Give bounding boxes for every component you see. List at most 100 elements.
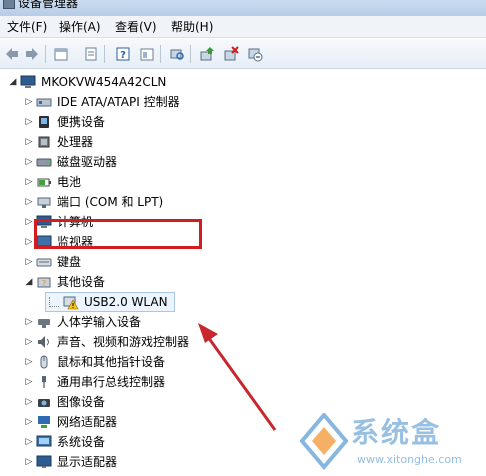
expand-triangle-icon[interactable]: ▷ [24,317,34,327]
menu-bar: 文件(F) 操作(A) 查看(V) 帮助(H) [0,16,486,38]
expand-triangle-icon[interactable]: ▷ [24,117,34,127]
watermark-logo-icon [300,413,348,471]
tree-item[interactable]: ▷ 磁盘驱动器 [24,152,117,172]
tree-item[interactable]: ▷ 鼠标和其他指针设备 [24,352,165,372]
camera-icon [36,394,52,410]
update-driver-icon[interactable] [198,45,216,63]
forward-arrow-icon[interactable] [23,45,41,63]
disk-drive-icon [36,154,52,170]
expand-triangle-icon[interactable]: ▷ [24,377,34,387]
tree-item-label: 图像设备 [57,395,106,409]
computer-icon [20,74,36,90]
network-adapter-icon [36,414,52,430]
expand-triangle-icon[interactable]: ▷ [24,97,34,107]
ide-controller-icon [36,94,52,110]
tree-item[interactable]: ▷ 处理器 [24,132,93,152]
tree-item[interactable]: ▷ 系统设备 [24,432,105,452]
menu-action[interactable]: 操作(A) [57,19,103,35]
processor-icon [36,134,52,150]
expand-triangle-icon[interactable]: ▷ [24,197,34,207]
display-adapter-icon [36,454,52,470]
tree-item[interactable]: ▷ 键盘 [24,252,81,272]
tree-item-label: 便携设备 [57,115,106,129]
tree-item[interactable]: ▷ 声音、视频和游戏控制器 [24,332,189,352]
watermark: 系统盒 www.xitonghe.com [300,405,486,476]
properties-icon[interactable] [52,45,70,63]
highlight-box [34,219,202,249]
expand-triangle-icon[interactable]: ▷ [24,397,34,407]
app-icon [3,0,15,9]
port-icon [36,194,52,210]
expand-triangle-icon[interactable]: ▷ [24,357,34,367]
toolbar-separator [104,45,105,63]
disable-device-icon[interactable] [246,45,264,63]
expand-triangle-icon[interactable]: ▷ [24,217,34,227]
unknown-device-warning-icon [63,294,79,310]
tree-root[interactable]: ◢ MKOKVW454A42CLN [8,72,167,92]
title-bar: 设备管理器 [0,0,486,16]
device-list-icon[interactable] [82,45,100,63]
svg-text:?: ? [120,50,126,61]
toolbar-separator [45,45,46,63]
tree-item[interactable]: ▷ IDE ATA/ATAPI 控制器 [24,92,180,112]
help-icon[interactable]: ? [114,45,132,63]
expand-triangle-icon[interactable]: ▷ [24,337,34,347]
back-arrow-icon[interactable] [3,45,21,63]
tree-item[interactable]: ▷ 便携设备 [24,112,105,132]
expand-triangle-icon[interactable]: ▷ [24,257,34,267]
tree-item-label: 声音、视频和游戏控制器 [57,335,190,349]
expand-triangle-icon[interactable]: ▷ [24,417,34,427]
toolbar-separator [160,45,161,63]
expand-triangle-icon[interactable]: ▷ [24,157,34,167]
tree-item-label: 端口 (COM 和 LPT) [57,195,164,209]
watermark-brand: 系统盒 [351,416,442,449]
tree-item-label: 网络适配器 [57,415,118,429]
mouse-icon [36,354,52,370]
tree-item-label: 其他设备 [57,275,106,289]
tree-item-label: 通用串行总线控制器 [57,375,166,389]
collapse-triangle-icon[interactable]: ◢ [8,77,18,87]
tree-item-label: IDE ATA/ATAPI 控制器 [57,95,180,109]
keyboard-icon [36,254,52,270]
tree-item[interactable]: ◢? 其他设备 [24,272,105,292]
tree-guide-line [49,297,59,307]
tree-item-label: 电池 [57,175,82,189]
tree-item-label: 处理器 [57,135,94,149]
hid-icon [36,314,52,330]
menu-file[interactable]: 文件(F) [5,19,49,35]
tree-item-label: 键盘 [57,255,82,269]
panel-icon[interactable] [138,45,156,63]
tree-item[interactable]: ▷ 电池 [24,172,81,192]
portable-device-icon [36,114,52,130]
tree-item[interactable]: ▷ 通用串行总线控制器 [24,372,165,392]
tree-item-label: 系统设备 [57,435,106,449]
menu-help[interactable]: 帮助(H) [169,19,215,35]
usb-icon [36,374,52,390]
svg-text:?: ? [42,279,46,288]
tree-item-label: 人体学输入设备 [57,315,142,329]
expand-triangle-icon[interactable]: ▷ [24,237,34,247]
expand-triangle-icon[interactable]: ▷ [24,437,34,447]
window-title: 设备管理器 [18,0,79,10]
expand-triangle-icon[interactable]: ▷ [24,457,34,467]
tree-root-label: MKOKVW454A42CLN [41,75,167,89]
expand-triangle-icon[interactable]: ▷ [24,137,34,147]
battery-icon [36,174,52,190]
collapse-triangle-icon[interactable]: ◢ [24,277,34,287]
tree-item-label: 磁盘驱动器 [57,155,118,169]
menu-view[interactable]: 查看(V) [113,19,159,35]
tree-item[interactable]: ▷ 显示适配器 [24,452,117,472]
tree-item[interactable]: ▷ 端口 (COM 和 LPT) [24,192,164,212]
toolbar: ? [0,39,486,69]
other-devices-icon: ? [36,274,52,290]
tree-item[interactable]: ▷ 网络适配器 [24,412,117,432]
tree-item-label: 显示适配器 [57,455,118,469]
expand-triangle-icon[interactable]: ▷ [24,177,34,187]
tree-item[interactable]: ▷ 图像设备 [24,392,105,412]
tree-item-selected[interactable]: USB2.0 WLAN [45,292,175,312]
sound-icon [36,334,52,350]
uninstall-icon[interactable] [222,45,240,63]
tree-item-label: USB2.0 WLAN [84,295,168,309]
scan-hardware-icon[interactable] [168,45,186,63]
tree-item[interactable]: ▷ 人体学输入设备 [24,312,141,332]
